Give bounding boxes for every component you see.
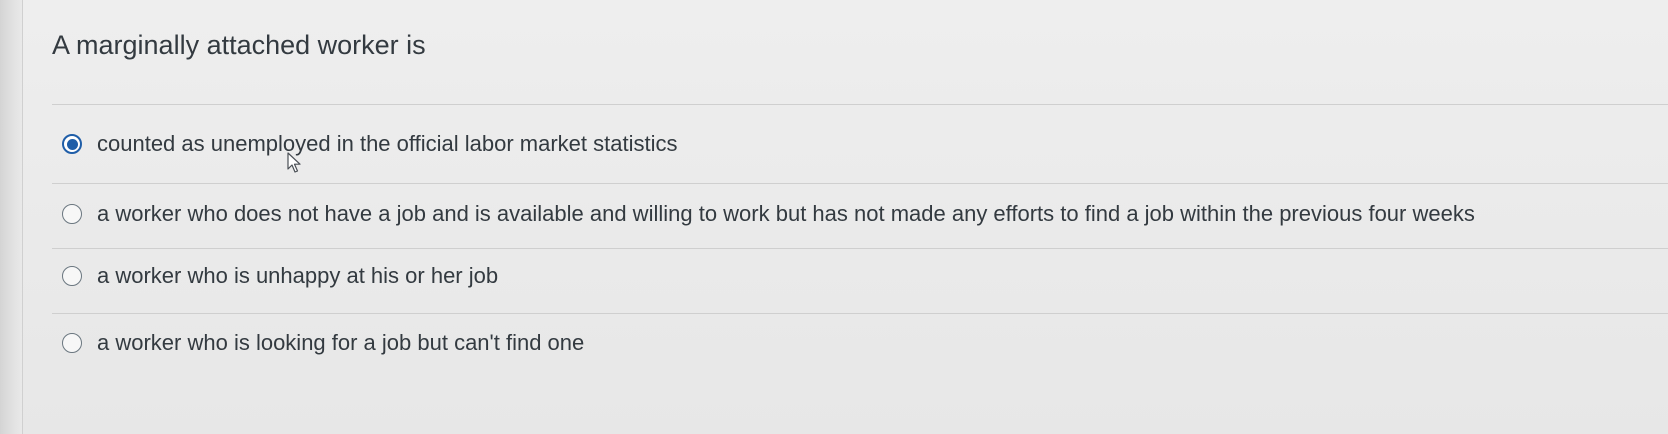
radio-button[interactable]	[62, 266, 82, 286]
radio-button-selected[interactable]	[62, 134, 82, 154]
question-text: A marginally attached worker is	[52, 30, 426, 60]
divider	[52, 248, 1668, 249]
radio-button[interactable]	[62, 333, 82, 353]
divider	[52, 183, 1668, 184]
radio-selected-dot	[66, 138, 78, 150]
divider	[52, 313, 1668, 314]
divider	[52, 104, 1668, 105]
answer-label-2: a worker who does not have a job and is …	[97, 201, 1475, 226]
answer-label-4: a worker who is looking for a job but ca…	[97, 330, 585, 355]
answer-option-2[interactable]: a worker who does not have a job and is …	[62, 194, 1668, 234]
mouse-pointer-icon	[287, 152, 301, 173]
answer-label-1: counted as unemployed in the official la…	[97, 131, 678, 156]
answer-option-3[interactable]: a worker who is unhappy at his or her jo…	[62, 256, 1668, 296]
answer-option-4[interactable]: a worker who is looking for a job but ca…	[62, 323, 1668, 363]
radio-button[interactable]	[62, 204, 82, 224]
answer-label-3: a worker who is unhappy at his or her jo…	[97, 263, 499, 288]
left-panel-edge	[0, 0, 23, 434]
quiz-page: A marginally attached worker is counted …	[0, 0, 1668, 434]
